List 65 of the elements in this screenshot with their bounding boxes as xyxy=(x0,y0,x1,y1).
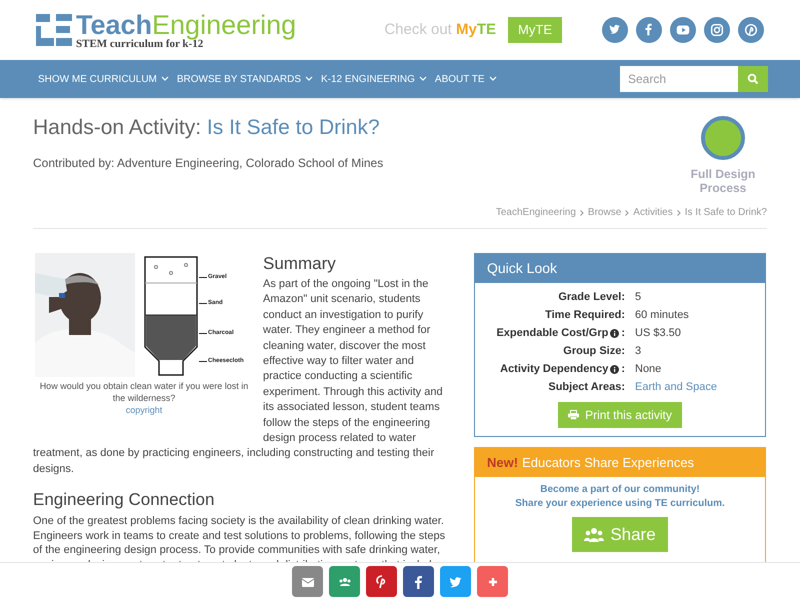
nav-menu[interactable]: BROWSE BY STANDARDS xyxy=(176,72,313,86)
search-field[interactable]: Search xyxy=(620,66,738,92)
field-value: 5 xyxy=(635,290,642,305)
breadcrumb-link[interactable]: Browse xyxy=(588,205,622,220)
field-value: 3 xyxy=(635,344,642,359)
search-icon xyxy=(747,73,759,85)
page-title: Hands-on Activity: Is It Safe to Drink? xyxy=(33,115,381,141)
people-icon xyxy=(584,526,604,542)
share-button[interactable]: Share xyxy=(572,517,668,552)
field-label: Time Required: xyxy=(544,308,625,323)
chevron-right-icon xyxy=(676,210,681,216)
field-label: Grade Level: xyxy=(557,290,625,305)
field-label: Group Size: xyxy=(562,344,625,359)
chevron-down-icon xyxy=(488,76,497,82)
copyright-link[interactable]: copyright xyxy=(126,404,162,416)
chevron-down-icon xyxy=(160,76,169,82)
twitter-icon[interactable] xyxy=(440,566,471,597)
summary-text: As part of the ongoing "Lost in the Amazon" unit scenario, students conduct an investigation to purify water. They engineer a method for cleaning water, discover the most effective way to filter water and practice conducting a scientific experiment. Through this activity and its associated lesson, student teams follow the steps of the engineering design process related to water xyxy=(263,277,444,446)
email-icon[interactable] xyxy=(292,566,323,597)
search-button[interactable] xyxy=(738,66,768,92)
card-title: New! Educators Share Experiences xyxy=(475,448,765,477)
chevron-right-icon xyxy=(580,210,584,216)
share-prompt: Share your experience using TE curriculum. xyxy=(514,497,726,511)
info-icon xyxy=(610,328,620,338)
chevron-down-icon xyxy=(418,76,427,82)
myte-button[interactable]: MyTE xyxy=(508,17,562,43)
camera-icon[interactable] xyxy=(704,17,730,43)
field-label: Activity Dependency : xyxy=(499,362,625,377)
image-caption: How would you obtain clean water if you were lost in the wilderness? xyxy=(38,380,250,404)
twitter-icon[interactable] xyxy=(602,17,628,43)
breadcrumb-link[interactable]: Is It Safe to Drink? xyxy=(684,205,767,220)
facebook-icon[interactable] xyxy=(636,17,662,43)
tagline: STEM curriculum for k-12 xyxy=(76,38,204,50)
card-title: Quick Look xyxy=(475,254,765,283)
pin-icon[interactable] xyxy=(366,566,397,597)
chevron-down-icon xyxy=(305,76,313,82)
breadcrumb-link[interactable]: Activities xyxy=(633,205,673,220)
plus-icon[interactable] xyxy=(477,566,508,597)
contributor-text: Contributed by: Adventure Engineering, Colorado School of Mines xyxy=(33,154,384,172)
people-icon[interactable] xyxy=(329,566,360,597)
video-icon[interactable] xyxy=(670,17,696,43)
logo-text: TeachEngineering xyxy=(76,10,296,38)
info-icon xyxy=(610,364,620,374)
subject-link[interactable]: Earth and Space xyxy=(635,378,765,396)
field-label: Subject Areas: xyxy=(547,380,625,395)
printer-icon xyxy=(568,410,580,420)
design-process-badge-icon xyxy=(701,116,745,160)
facebook-icon[interactable] xyxy=(403,566,434,597)
share-prompt: Become a part of our community! xyxy=(539,483,701,497)
field-value: None xyxy=(635,362,662,377)
pin-icon[interactable] xyxy=(738,17,764,43)
field-label: Expendable Cost/Grp : xyxy=(495,326,625,341)
field-value: 60 minutes xyxy=(635,308,690,323)
summary-text: treatment, as done by practicing engineers, including constructing and testing their designs. xyxy=(33,446,436,477)
chevron-right-icon xyxy=(625,210,630,216)
print-button[interactable]: Print this activity xyxy=(558,402,682,428)
field-value: US $3.50 xyxy=(635,326,682,341)
nav-menu[interactable]: K-12 ENGINEERING xyxy=(321,72,427,86)
section-heading: Engineering Connection xyxy=(33,489,216,512)
section-heading: Summary xyxy=(263,253,337,275)
breadcrumb-link[interactable]: TeachEngineering xyxy=(496,205,576,220)
nav-menu[interactable]: ABOUT TE xyxy=(434,72,497,86)
nav-menu[interactable]: SHOW ME CURRICULUM xyxy=(38,72,169,86)
logo-icon xyxy=(36,12,72,48)
badge-label: Full Design Process xyxy=(690,167,756,195)
